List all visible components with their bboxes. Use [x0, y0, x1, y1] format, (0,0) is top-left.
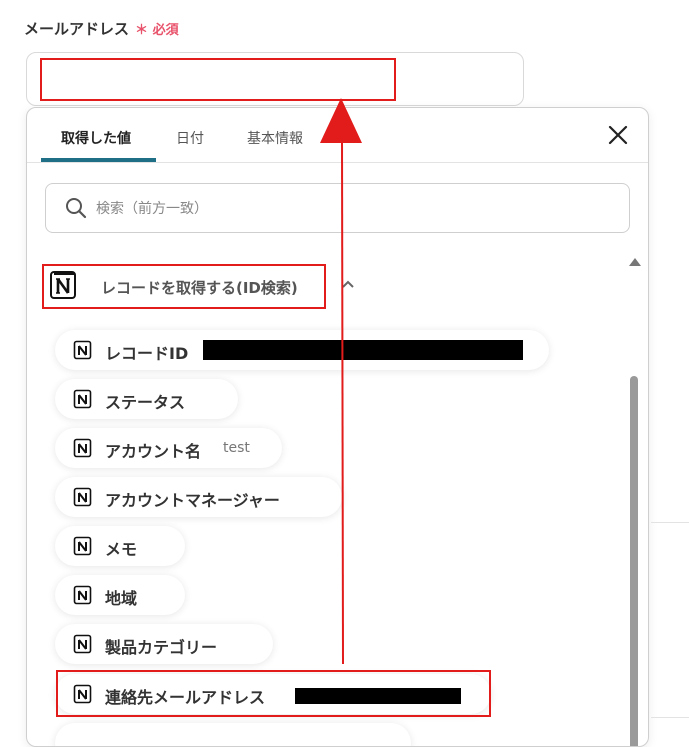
item-label: レコードID	[105, 344, 189, 363]
background-divider	[651, 717, 689, 718]
list-item-contact-email[interactable]: 連絡先メールアドレス	[55, 674, 491, 714]
notion-icon	[50, 271, 76, 299]
required-mark: ＊	[135, 23, 149, 38]
scrollbar-thumb[interactable]	[630, 376, 638, 746]
chevron-up-icon[interactable]	[341, 279, 355, 289]
tab-date[interactable]: 日付	[176, 128, 204, 148]
scroll-up-arrow-icon[interactable]	[629, 258, 641, 266]
notion-icon	[73, 684, 92, 704]
search-icon	[66, 198, 87, 219]
tab-bar: 取得した値 日付 基本情報	[27, 108, 648, 163]
variable-picker-panel: 取得した値 日付 基本情報 レコードを取得する(ID検索)	[26, 107, 649, 747]
list-item-account-name[interactable]: アカウント名 test	[55, 428, 282, 468]
item-label: 地域	[105, 589, 138, 608]
list-item-product-category[interactable]: 製品カテゴリー	[55, 624, 273, 664]
required-badge: ＊ 必須	[135, 23, 179, 38]
item-label: 連絡先メールアドレス	[105, 688, 266, 707]
item-label: アカウント名	[105, 442, 202, 461]
item-label: メモ	[105, 540, 138, 559]
notion-icon	[73, 389, 92, 409]
search-box	[45, 183, 630, 233]
list-item-account-manager[interactable]: アカウントマネージャー	[55, 477, 342, 517]
email-label-text: メールアドレス	[24, 20, 130, 38]
tab-basic-info[interactable]: 基本情報	[247, 128, 303, 148]
email-field-label: メールアドレス ＊ 必須	[24, 18, 179, 39]
required-text: 必須	[152, 23, 179, 38]
notion-icon	[73, 438, 92, 458]
list-item-record-id[interactable]: レコードID	[55, 330, 549, 370]
list-item-status[interactable]: ステータス	[55, 379, 238, 419]
scrollbar[interactable]	[629, 258, 641, 746]
item-value: test	[223, 440, 250, 456]
notion-icon	[73, 340, 92, 360]
section-title: レコードを取得する(ID検索)	[101, 279, 298, 297]
list-item-partial[interactable]	[55, 723, 411, 746]
close-button[interactable]	[606, 123, 630, 147]
redacted-value	[295, 688, 461, 704]
close-icon	[608, 125, 628, 145]
list-item-region[interactable]: 地域	[55, 575, 185, 615]
notion-icon	[73, 585, 92, 605]
search-input[interactable]	[94, 194, 598, 224]
notion-icon	[73, 487, 92, 507]
item-label: 製品カテゴリー	[105, 638, 218, 657]
item-label: アカウントマネージャー	[105, 491, 280, 510]
active-tab-indicator	[41, 158, 156, 162]
list-item-memo[interactable]: メモ	[55, 526, 185, 566]
email-field[interactable]	[26, 52, 524, 106]
item-label: ステータス	[105, 393, 186, 412]
notion-icon	[73, 634, 92, 654]
background-divider	[651, 522, 689, 523]
redacted-value	[203, 340, 523, 360]
tab-acquired-values[interactable]: 取得した値	[61, 128, 131, 148]
notion-icon	[73, 536, 92, 556]
